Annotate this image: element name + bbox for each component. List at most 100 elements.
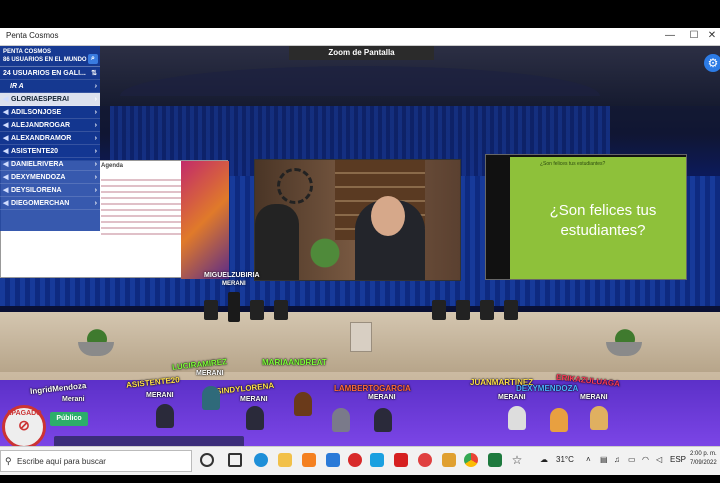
battery-icon[interactable]: ▭ [628, 455, 636, 464]
gallery-users-count: 24 USUARIOS EN GALI... [3, 69, 86, 77]
sidebar-user-name: ALEJANDROGAR [11, 121, 71, 129]
task-view-icon[interactable] [228, 453, 242, 467]
app-icon[interactable] [370, 453, 384, 467]
sidebar-user-name: GLORIAESPERAI [11, 95, 69, 103]
pdf-icon[interactable] [394, 453, 408, 467]
sidebar-user-row[interactable]: ◀ ADILSONJOSE › [0, 106, 100, 119]
avatar[interactable] [332, 408, 350, 432]
star-icon[interactable]: ☆ [510, 453, 524, 467]
speaker-face [371, 196, 405, 236]
chevron-right-icon: › [94, 147, 97, 155]
weather-icon[interactable]: ☁ [540, 455, 548, 464]
maximize-button[interactable]: ☐ [684, 30, 704, 41]
close-button[interactable]: ✕ [702, 30, 720, 41]
sidebar-user-row[interactable]: ◀ DEYSILORENA › [0, 184, 100, 197]
avatar-group: MERANI [368, 394, 396, 401]
avatar-group: MERANI [240, 396, 268, 403]
clock-date: 7/09/2022 [690, 460, 717, 466]
mic-toggle-button[interactable]: APAGADO ⊘ [2, 405, 46, 449]
start-circle-icon[interactable] [200, 453, 214, 467]
agenda-lines [101, 175, 191, 239]
taskbar-clock[interactable]: 2:00 p. m. 7/09/2022 [690, 450, 717, 468]
avatar[interactable] [374, 408, 392, 432]
zoom-screen-button[interactable]: Zoom de Pantalla [289, 46, 434, 60]
sidebar-user-name: DEXYMENDOZA [11, 173, 66, 181]
chrome-icon[interactable] [464, 453, 478, 467]
sidebar-user-name: DANIELRIVERA [11, 160, 64, 168]
chevron-right-icon: › [94, 199, 97, 207]
language-indicator[interactable]: ESP [670, 455, 686, 464]
app-titlebar: Penta Cosmos — ☐ ✕ [0, 28, 720, 46]
sidebar-user-row[interactable]: ◀ DANIELRIVERA › [0, 158, 100, 171]
sort-icon[interactable]: ⇅ [91, 69, 97, 77]
slide-screen[interactable]: ¿Son felices tus estudiantes? ¿Son felic… [485, 154, 687, 280]
temperature[interactable]: 31°C [556, 455, 574, 464]
avatar-name: MARIAANDREAT [262, 358, 327, 367]
panel-title: PENTA COSMOS [3, 49, 52, 55]
app-icon[interactable] [442, 453, 456, 467]
plant-left [82, 320, 112, 344]
chevron-right-icon: › [94, 95, 97, 103]
mail-icon[interactable] [326, 453, 340, 467]
gallery-users-row[interactable]: 24 USUARIOS EN GALI... ⇅ [0, 67, 100, 80]
gear-icon[interactable]: ⚙ [704, 54, 720, 72]
search-icon[interactable]: ⌕ [88, 54, 98, 64]
slide-small-title: ¿Son felices tus estudiantes? [540, 161, 606, 167]
speaker-icon: ◀ [3, 109, 9, 116]
avatar-group: MERANI [146, 392, 174, 399]
speaker-icon: ◀ [3, 148, 9, 155]
taskbar-search-box[interactable]: ⚲ Escribe aquí para buscar [0, 450, 192, 472]
vlc-icon[interactable] [302, 453, 316, 467]
stage-chair [480, 300, 494, 320]
app-icon[interactable] [418, 453, 432, 467]
window-title: Penta Cosmos [6, 31, 59, 40]
sidebar-user-row[interactable]: ◀ DEXYMENDOZA › [0, 171, 100, 184]
search-icon: ⚲ [5, 455, 12, 466]
wifi-icon[interactable]: ◠ [642, 455, 649, 464]
second-person [255, 204, 299, 280]
avatar[interactable] [550, 408, 568, 432]
avatar[interactable] [156, 404, 174, 428]
volume-icon[interactable]: ◁ [656, 455, 662, 464]
channel-tab-public[interactable]: Público [50, 412, 88, 426]
users-panel: PENTA COSMOS 86 USUARIOS EN EL MUNDO ⌕ 2… [0, 46, 100, 231]
app-icon[interactable] [348, 453, 362, 467]
video-screen[interactable] [254, 159, 461, 281]
mic-status: APAGADO [6, 410, 42, 417]
edge-icon[interactable] [254, 453, 268, 467]
minimize-button[interactable]: — [660, 30, 680, 41]
network-icon[interactable]: ▤ [600, 455, 608, 464]
sidebar-user-name: ADILSONJOSE [11, 108, 62, 116]
sidebar-user-row[interactable]: ◀ ALEJANDROGAR › [0, 119, 100, 132]
excel-icon[interactable] [488, 453, 502, 467]
plant-right [610, 320, 640, 344]
microphone-icon[interactable]: ♫ [614, 455, 620, 464]
speaker-icon: ◀ [3, 96, 9, 103]
avatar[interactable] [294, 392, 312, 416]
goto-row[interactable]: IR A › [0, 80, 100, 93]
sidebar-user-row[interactable]: ◀ ALEXANDRAMOR › [0, 132, 100, 145]
avatar[interactable] [202, 386, 220, 410]
podium [350, 322, 372, 352]
speaker-group-tag: MERANI [222, 281, 246, 287]
sidebar-user-row[interactable]: ◀ ASISTENTE20 › [0, 145, 100, 158]
chevron-right-icon: › [94, 186, 97, 194]
speaker-icon: ◀ [3, 122, 9, 129]
chevron-up-icon[interactable]: ˄ [586, 455, 591, 464]
windows-taskbar: ⚲ Escribe aquí para buscar ☆ ☁ 31°C ˄ ▤ … [0, 446, 720, 475]
speaker-icon: ◀ [3, 135, 9, 142]
bottom-letterbox [0, 475, 720, 483]
speaker-avatar[interactable] [228, 292, 240, 322]
avatar-group: MERANI [580, 394, 608, 401]
stage-chair [432, 300, 446, 320]
sidebar-user-row[interactable]: ◀ DIEGOMERCHAN › [0, 197, 100, 210]
stage-chair [204, 300, 218, 320]
chevron-right-icon: › [94, 82, 97, 90]
avatar-group: Merani [62, 396, 85, 403]
avatar[interactable] [590, 406, 608, 430]
sidebar-user-name: ALEXANDRAMOR [11, 134, 72, 142]
sidebar-user-row[interactable]: ◀ GLORIAESPERAI › [0, 93, 100, 106]
avatar[interactable] [246, 406, 264, 430]
avatar[interactable] [508, 406, 526, 430]
folder-icon[interactable] [278, 453, 292, 467]
